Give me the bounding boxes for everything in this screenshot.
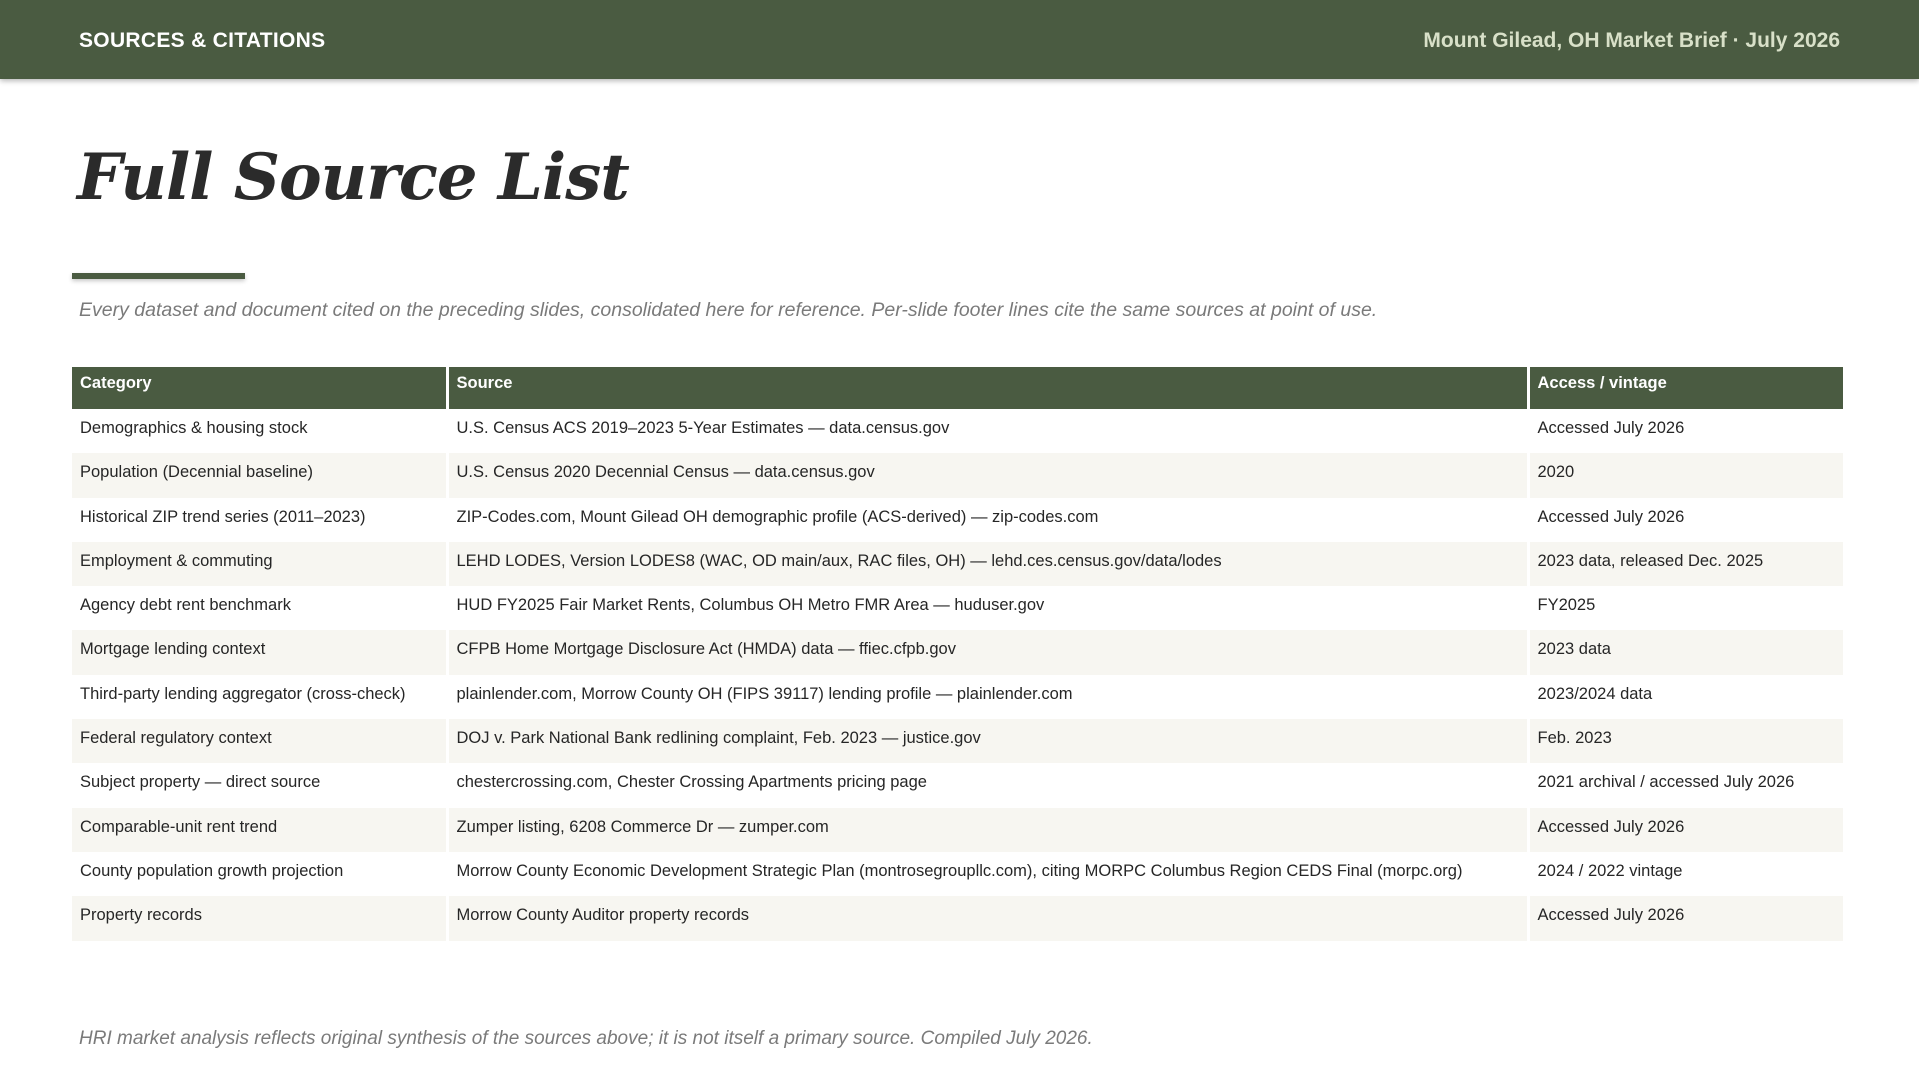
source-cell: plainlender.com, Morrow County OH (FIPS … xyxy=(445,674,1528,720)
access-cell: Accessed July 2026 xyxy=(1526,497,1843,542)
category-cell: Comparable-unit rent trend xyxy=(72,807,447,852)
source-cell: Zumper listing, 6208 Commerce Dr — zumpe… xyxy=(445,807,1528,852)
section-label: SOURCES & CITATIONS xyxy=(79,29,326,52)
category-cell: Employment & commuting xyxy=(72,541,447,587)
table-row: Mortgage lending context CFPB Home Mortg… xyxy=(72,630,1843,675)
source-cell: U.S. Census ACS 2019–2023 5-Year Estimat… xyxy=(445,409,1528,454)
source-cell: ZIP-Codes.com, Mount Gilead OH demograph… xyxy=(445,497,1528,542)
source-cell: DOJ v. Park National Bank redlining comp… xyxy=(445,719,1528,764)
table-row: Historical ZIP trend series (2011–2023) … xyxy=(72,497,1843,542)
table-row: Demographics & housing stock U.S. Census… xyxy=(72,409,1843,454)
category-cell: Subject property — direct source xyxy=(72,763,447,808)
access-cell: 2023 data xyxy=(1526,630,1843,675)
source-cell: U.S. Census 2020 Decennial Census — data… xyxy=(445,453,1528,498)
access-cell: Accessed July 2026 xyxy=(1526,896,1843,941)
category-cell: Demographics & housing stock xyxy=(72,409,447,454)
source-cell: LEHD LODES, Version LODES8 (WAC, OD main… xyxy=(445,541,1528,587)
source-table: Category Source Access / vintage Demogra… xyxy=(72,367,1843,941)
access-cell: 2023/2024 data xyxy=(1526,674,1843,720)
table-row: Subject property — direct source chester… xyxy=(72,763,1843,808)
category-cell: Federal regulatory context xyxy=(72,719,447,764)
column-header-source: Source xyxy=(445,367,1528,409)
access-cell: Accessed July 2026 xyxy=(1526,807,1843,852)
access-cell: 2020 xyxy=(1526,453,1843,498)
source-cell: CFPB Home Mortgage Disclosure Act (HMDA)… xyxy=(445,630,1528,675)
access-cell: 2023 data, released Dec. 2025 xyxy=(1526,541,1843,587)
table-row: Agency debt rent benchmark HUD FY2025 Fa… xyxy=(72,586,1843,631)
table-row: Population (Decennial baseline) U.S. Cen… xyxy=(72,453,1843,498)
header-bar: SOURCES & CITATIONS Mount Gilead, OH Mar… xyxy=(0,0,1919,79)
category-cell: Third-party lending aggregator (cross-ch… xyxy=(72,674,447,720)
table-row: Property records Morrow County Auditor p… xyxy=(72,896,1843,941)
page-title: Full Source List xyxy=(77,140,630,215)
category-cell: Mortgage lending context xyxy=(72,630,447,675)
table-header-row: Category Source Access / vintage xyxy=(72,367,1843,409)
table-row: Third-party lending aggregator (cross-ch… xyxy=(72,674,1843,720)
table-row: County population growth projection Morr… xyxy=(72,851,1843,897)
category-cell: Population (Decennial baseline) xyxy=(72,453,447,498)
source-cell: Morrow County Auditor property records xyxy=(445,896,1528,941)
access-cell: FY2025 xyxy=(1526,586,1843,631)
category-cell: County population growth projection xyxy=(72,851,447,897)
footnote: HRI market analysis reflects original sy… xyxy=(79,1028,1093,1049)
table-row: Federal regulatory context DOJ v. Park N… xyxy=(72,719,1843,764)
access-cell: Feb. 2023 xyxy=(1526,719,1843,764)
title-underline xyxy=(72,273,245,279)
column-header-category: Category xyxy=(72,367,447,409)
access-cell: 2024 / 2022 vintage xyxy=(1526,851,1843,897)
table-row: Employment & commuting LEHD LODES, Versi… xyxy=(72,541,1843,587)
source-cell: chestercrossing.com, Chester Crossing Ap… xyxy=(445,763,1528,808)
source-cell: HUD FY2025 Fair Market Rents, Columbus O… xyxy=(445,586,1528,631)
source-cell: Morrow County Economic Development Strat… xyxy=(445,851,1528,897)
access-cell: Accessed July 2026 xyxy=(1526,409,1843,454)
category-cell: Agency debt rent benchmark xyxy=(72,586,447,631)
table-row: Comparable-unit rent trend Zumper listin… xyxy=(72,807,1843,852)
access-cell: 2021 archival / accessed July 2026 xyxy=(1526,763,1843,808)
category-cell: Historical ZIP trend series (2011–2023) xyxy=(72,497,447,542)
page-subtitle: Every dataset and document cited on the … xyxy=(79,299,1378,321)
column-header-access: Access / vintage xyxy=(1526,367,1843,409)
brief-title: Mount Gilead, OH Market Brief · July 202… xyxy=(1423,29,1840,52)
category-cell: Property records xyxy=(72,896,447,941)
